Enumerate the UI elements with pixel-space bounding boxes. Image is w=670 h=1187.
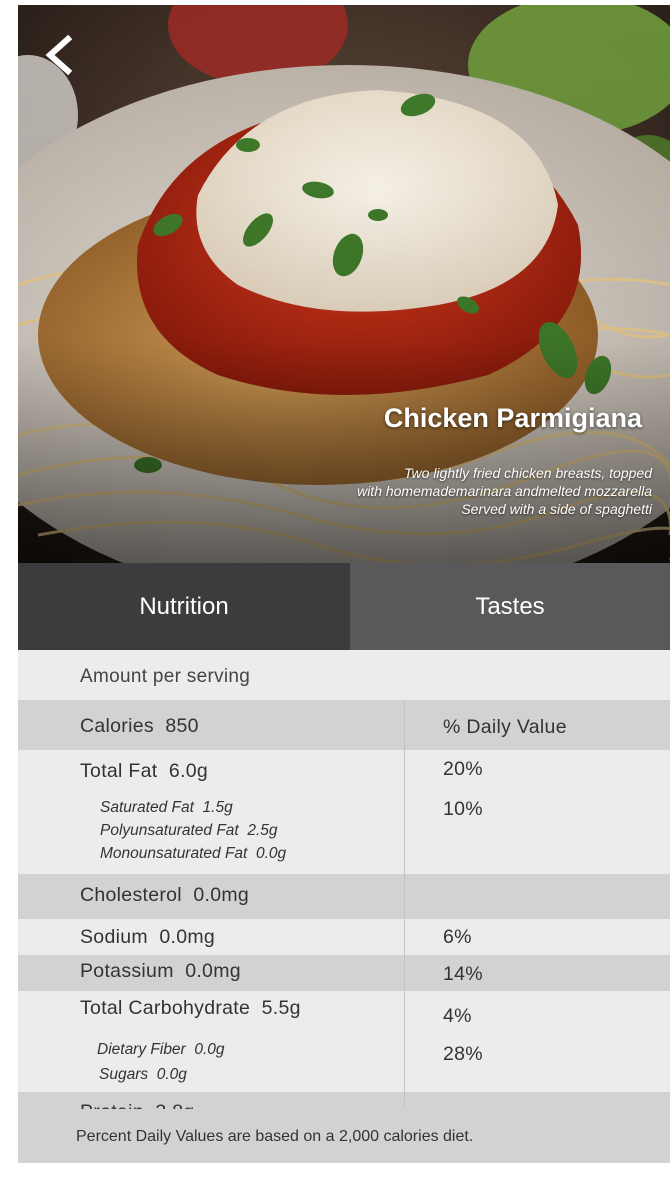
carb-breakdown: Dietary Fiber 0.0g Sugars 0.0g — [97, 1037, 225, 1087]
potassium-label: Potassium — [80, 960, 174, 982]
cholesterol-label: Cholesterol — [80, 884, 182, 906]
back-chevron-icon[interactable] — [36, 33, 80, 77]
row-sodium: Sodium 0.0mg 6% — [18, 919, 670, 955]
column-divider — [404, 919, 405, 955]
dietary-fiber-value: 0.0g — [194, 1041, 225, 1058]
potassium-cell: Potassium 0.0mg — [80, 960, 241, 983]
total-fat-label: Total Fat — [80, 760, 158, 782]
column-divider — [404, 700, 405, 750]
potassium-value: 0.0mg — [185, 960, 241, 982]
column-divider — [404, 1036, 405, 1092]
dish-description-line: Served with a side of spaghetti — [461, 501, 652, 517]
dish-description-line: Two lightly fried chicken breasts, toppe… — [404, 465, 652, 481]
column-divider — [404, 750, 405, 792]
tab-tastes[interactable]: Tastes — [350, 563, 670, 650]
total-fat-cell: Total Fat 6.0g — [80, 760, 208, 783]
saturated-fat-dv: 10% — [443, 798, 483, 820]
row-fat-breakdown: Saturated Fat 1.5g Polyunsaturated Fat 2… — [18, 792, 670, 874]
row-potassium: Potassium 0.0mg 14% — [18, 955, 670, 991]
fat-breakdown: Saturated Fat 1.5g Polyunsaturated Fat 2… — [100, 796, 286, 865]
nutrition-table: Calories 850 % Daily Value Total Fat 6.0… — [18, 700, 670, 1136]
sodium-dv: 6% — [443, 926, 472, 948]
tab-nutrition-label: Nutrition — [139, 592, 229, 620]
column-divider — [404, 955, 405, 991]
row-carb-breakdown: Dietary Fiber 0.0g Sugars 0.0g 28% — [18, 1036, 670, 1092]
column-divider — [404, 874, 405, 919]
sodium-label: Sodium — [80, 926, 148, 948]
row-total-carbohydrate: Total Carbohydrate 5.5g 4% — [18, 991, 670, 1036]
total-fat-value: 6.0g — [168, 760, 209, 782]
tab-tastes-label: Tastes — [475, 592, 545, 620]
cholesterol-cell: Cholesterol 0.0mg — [80, 884, 249, 907]
sugars-label: Sugars — [99, 1066, 149, 1083]
column-divider — [404, 792, 405, 874]
sugars-cell: Sugars 0.0g — [97, 1062, 225, 1087]
monounsaturated-fat-cell: Monounsaturated Fat 0.0g — [100, 842, 286, 865]
total-carbohydrate-value: 5.5g — [261, 997, 301, 1019]
cholesterol-value: 0.0mg — [193, 884, 250, 906]
dish-title: Chicken Parmigiana — [383, 403, 642, 433]
total-fat-dv: 20% — [443, 758, 483, 780]
dish-description: Two lightly fried chicken breasts, toppe… — [232, 464, 652, 518]
total-carbohydrate-label: Total Carbohydrate — [80, 997, 251, 1019]
tab-nutrition[interactable]: Nutrition — [18, 563, 350, 666]
dietary-fiber-cell: Dietary Fiber 0.0g — [97, 1037, 225, 1062]
saturated-fat-cell: Saturated Fat 1.5g — [100, 796, 286, 819]
row-total-fat: Total Fat 6.0g 20% — [18, 750, 670, 792]
polyunsaturated-fat-value: 2.5g — [247, 822, 278, 839]
daily-value-header: % Daily Value — [443, 716, 567, 738]
dietary-fiber-label: Dietary Fiber — [97, 1041, 186, 1058]
dietary-fiber-dv: 28% — [443, 1043, 483, 1065]
footnote-text: Percent Daily Values are based on a 2,00… — [76, 1128, 474, 1145]
monounsaturated-fat-value: 0.0g — [255, 845, 287, 862]
tab-bar: Nutrition Tastes — [18, 563, 670, 666]
polyunsaturated-fat-label: Polyunsaturated Fat — [100, 822, 239, 839]
sugars-value: 0.0g — [156, 1066, 187, 1083]
amount-per-serving-label: Amount per serving — [80, 666, 251, 687]
calories-cell: Calories 850 — [80, 715, 199, 738]
dish-description-line: with homemademarinara andmelted mozzarel… — [357, 483, 652, 499]
saturated-fat-value: 1.5g — [202, 799, 233, 816]
sodium-cell: Sodium 0.0mg — [80, 926, 215, 949]
row-cholesterol: Cholesterol 0.0mg — [18, 874, 670, 919]
sodium-value: 0.0mg — [159, 926, 216, 948]
potassium-dv: 14% — [443, 963, 483, 985]
amount-per-serving: Amount per serving — [18, 650, 670, 700]
saturated-fat-label: Saturated Fat — [100, 799, 194, 816]
total-carbohydrate-dv: 4% — [443, 1005, 472, 1027]
polyunsaturated-fat-cell: Polyunsaturated Fat 2.5g — [100, 819, 286, 842]
dish-hero: Chicken Parmigiana Two lightly fried chi… — [18, 5, 670, 563]
row-calories: Calories 850 % Daily Value — [18, 700, 670, 750]
calories-label: Calories — [80, 715, 154, 737]
nutrition-screen: Chicken Parmigiana Two lightly fried chi… — [18, 5, 670, 1163]
calories-value: 850 — [165, 715, 199, 737]
total-carbohydrate-cell: Total Carbohydrate 5.5g — [80, 997, 301, 1020]
daily-values-footnote: Percent Daily Values are based on a 2,00… — [18, 1109, 670, 1163]
monounsaturated-fat-label: Monounsaturated Fat — [100, 845, 248, 862]
column-divider — [404, 991, 405, 1036]
